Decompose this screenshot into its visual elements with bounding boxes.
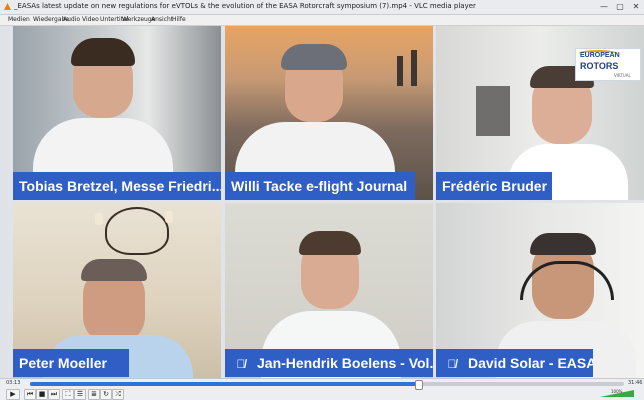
title-bar: _EASAs latest update on new regulations … xyxy=(0,0,644,15)
window-title: _EASAs latest update on new regulations … xyxy=(14,2,476,10)
menu-audio[interactable]: Audio xyxy=(63,16,80,23)
participant-name-1: Tobias Bretzel, Messe Friedri... xyxy=(13,172,221,200)
volume-level: 100% xyxy=(611,389,623,394)
playback-controls: 03:13 31:46 ▶ ⏮ ■ ⏭ ⛶ ☰ ≣ ↻ ⤮ 100% xyxy=(0,378,644,400)
participant-tile-5: 🎙̸ Jan-Hendrik Boelens - Vol... xyxy=(225,203,433,378)
loop-button[interactable]: ↻ xyxy=(100,389,112,400)
european-rotors-logo: EUROPEAN ROTORS VIRTUAL xyxy=(575,48,641,81)
participant-tile-4: Peter Moeller xyxy=(13,203,221,378)
participant-name-bar-6: 🎙̸ David Solar - EASA xyxy=(436,349,593,377)
mic-off-icon: 🎙̸ xyxy=(447,357,457,371)
participant-tile-6: 🎙̸ David Solar - EASA xyxy=(436,203,644,378)
minimize-button[interactable]: — xyxy=(596,2,612,12)
stop-button[interactable]: ■ xyxy=(36,389,48,400)
playlist-button[interactable]: ≣ xyxy=(88,389,100,400)
next-button[interactable]: ⏭ xyxy=(48,389,60,400)
fullscreen-button[interactable]: ⛶ xyxy=(62,389,74,400)
maximize-button[interactable]: ▢ xyxy=(612,2,628,12)
participant-tile-3: EUROPEAN ROTORS VIRTUAL Frédéric Bruder xyxy=(436,26,644,200)
extended-settings-button[interactable]: ☰ xyxy=(74,389,86,400)
menu-hilfe[interactable]: Hilfe xyxy=(172,16,186,23)
seek-progress xyxy=(30,382,420,386)
participant-tile-2: Willi Tacke e-flight Journal xyxy=(225,26,433,200)
seek-handle[interactable] xyxy=(415,380,424,390)
participant-name-5: Jan-Hendrik Boelens - Vol... xyxy=(257,355,433,371)
menu-medien[interactable]: Medien xyxy=(8,16,30,23)
previous-button[interactable]: ⏮ xyxy=(24,389,36,400)
participant-name-3: Frédéric Bruder xyxy=(436,172,552,200)
mic-off-icon: 🎙̸ xyxy=(236,357,246,371)
menu-video[interactable]: Video xyxy=(82,16,99,23)
menu-bar: Medien Wiedergabe Audio Video Untertitel… xyxy=(0,15,644,26)
video-area[interactable]: Tobias Bretzel, Messe Friedri... Willi T… xyxy=(8,26,644,378)
play-button[interactable]: ▶ xyxy=(6,389,20,400)
participant-name-4: Peter Moeller xyxy=(13,349,129,377)
participant-name-bar-5: 🎙̸ Jan-Hendrik Boelens - Vol... xyxy=(225,349,433,377)
participant-name-6: David Solar - EASA xyxy=(468,355,593,371)
menu-ansicht[interactable]: Ansicht xyxy=(151,16,173,23)
vlc-cone-icon xyxy=(4,3,11,10)
close-button[interactable]: ✕ xyxy=(628,2,644,12)
total-time: 31:46 xyxy=(628,380,643,386)
participant-name-2: Willi Tacke e-flight Journal xyxy=(225,172,415,200)
elapsed-time: 03:13 xyxy=(6,380,21,386)
random-button[interactable]: ⤮ xyxy=(112,389,124,400)
participant-tile-1: Tobias Bretzel, Messe Friedri... xyxy=(13,26,221,200)
seek-bar[interactable] xyxy=(30,380,624,390)
